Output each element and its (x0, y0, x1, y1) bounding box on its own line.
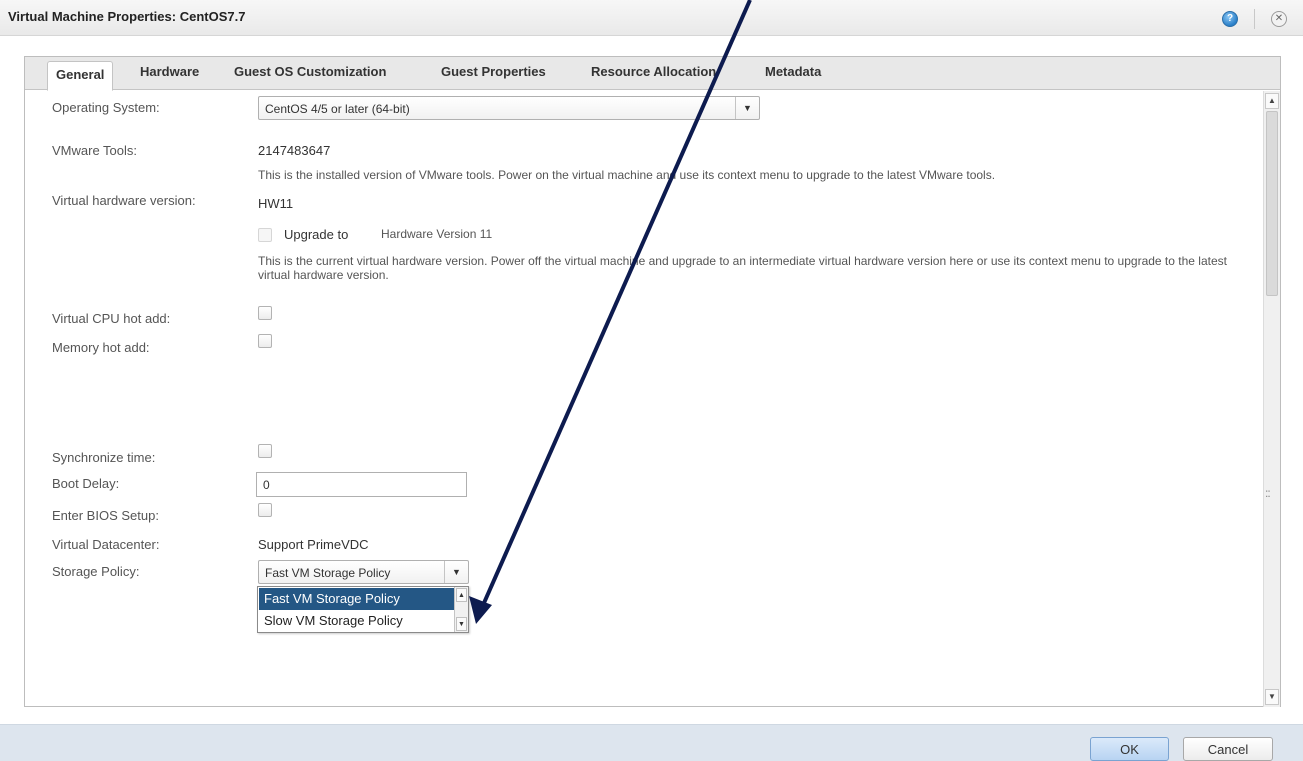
close-icon[interactable]: ✕ (1271, 11, 1287, 27)
tab-hardware[interactable]: Hardware (140, 64, 199, 79)
os-select[interactable]: CentOS 4/5 or later (64-bit) ▼ (258, 96, 760, 120)
os-select-value: CentOS 4/5 or later (64-bit) (265, 102, 410, 116)
vdc-label: Virtual Datacenter: (52, 537, 160, 552)
storage-policy-dropdown[interactable]: Fast VM Storage Policy Slow VM Storage P… (257, 586, 469, 633)
dropdown-option[interactable]: Fast VM Storage Policy (259, 588, 454, 610)
scroll-up-icon[interactable]: ▲ (456, 588, 467, 602)
cpu-hot-add-checkbox[interactable] (258, 306, 272, 320)
scroll-down-icon[interactable]: ▼ (1265, 689, 1279, 705)
chevron-down-icon[interactable]: ▼ (444, 561, 468, 583)
dropdown-scrollbar[interactable]: ▲ ▼ (454, 587, 468, 632)
storage-policy-select[interactable]: Fast VM Storage Policy ▼ (258, 560, 469, 584)
tab-strip: General Hardware Guest OS Customization … (25, 57, 1280, 91)
dropdown-option[interactable]: Slow VM Storage Policy (259, 610, 454, 632)
tab-guest-os-customization[interactable]: Guest OS Customization (234, 64, 386, 79)
vdc-value: Support PrimeVDC (258, 537, 369, 552)
vmware-tools-note: This is the installed version of VMware … (258, 168, 996, 182)
properties-panel: General Hardware Guest OS Customization … (24, 56, 1281, 707)
help-icon[interactable]: ? (1222, 11, 1238, 27)
storage-policy-value: Fast VM Storage Policy (265, 566, 391, 580)
upgrade-label: Upgrade to (284, 227, 349, 242)
tab-general[interactable]: General (47, 61, 114, 91)
hw-version-note: This is the current virtual hardware ver… (258, 254, 1227, 282)
os-label: Operating System: (52, 100, 160, 115)
panel-scrollbar[interactable]: ▲ ▼ (1263, 91, 1280, 707)
scroll-thumb[interactable] (1266, 111, 1278, 296)
memory-hot-add-checkbox[interactable] (258, 334, 272, 348)
cancel-button[interactable]: Cancel (1183, 737, 1273, 761)
storage-policy-label: Storage Policy: (52, 564, 140, 579)
memory-hot-add-label: Memory hot add: (52, 340, 150, 355)
sync-time-label: Synchronize time: (52, 450, 156, 465)
cpu-hot-add-label: Virtual CPU hot add: (52, 311, 171, 326)
dialog-footer: OK Cancel (0, 724, 1303, 761)
resize-grip-icon[interactable]: :: (1265, 486, 1271, 500)
boot-delay-label: Boot Delay: (52, 476, 120, 491)
tab-resource-allocation[interactable]: Resource Allocation (591, 64, 716, 79)
sync-time-checkbox[interactable] (258, 444, 272, 458)
tab-guest-properties[interactable]: Guest Properties (441, 64, 546, 79)
dialog-title: Virtual Machine Properties: CentOS7.7 (8, 9, 246, 24)
upgrade-checkbox[interactable] (258, 228, 272, 242)
vmware-tools-value: 2147483647 (258, 143, 331, 158)
upgrade-target: Hardware Version 11 (381, 227, 493, 241)
bios-setup-checkbox[interactable] (258, 503, 272, 517)
hw-version-label: Virtual hardware version: (52, 193, 196, 208)
boot-delay-input[interactable] (256, 472, 467, 497)
bios-setup-label: Enter BIOS Setup: (52, 508, 159, 523)
title-bar: Virtual Machine Properties: CentOS7.7 ? … (0, 0, 1303, 36)
title-divider (1254, 9, 1255, 29)
ok-button[interactable]: OK (1090, 737, 1169, 761)
scroll-down-icon[interactable]: ▼ (456, 617, 467, 631)
tab-metadata[interactable]: Metadata (765, 64, 821, 79)
vmware-tools-label: VMware Tools: (52, 143, 138, 158)
chevron-down-icon[interactable]: ▼ (735, 97, 759, 119)
hw-version-value: HW11 (258, 196, 294, 211)
scroll-up-icon[interactable]: ▲ (1265, 93, 1279, 109)
